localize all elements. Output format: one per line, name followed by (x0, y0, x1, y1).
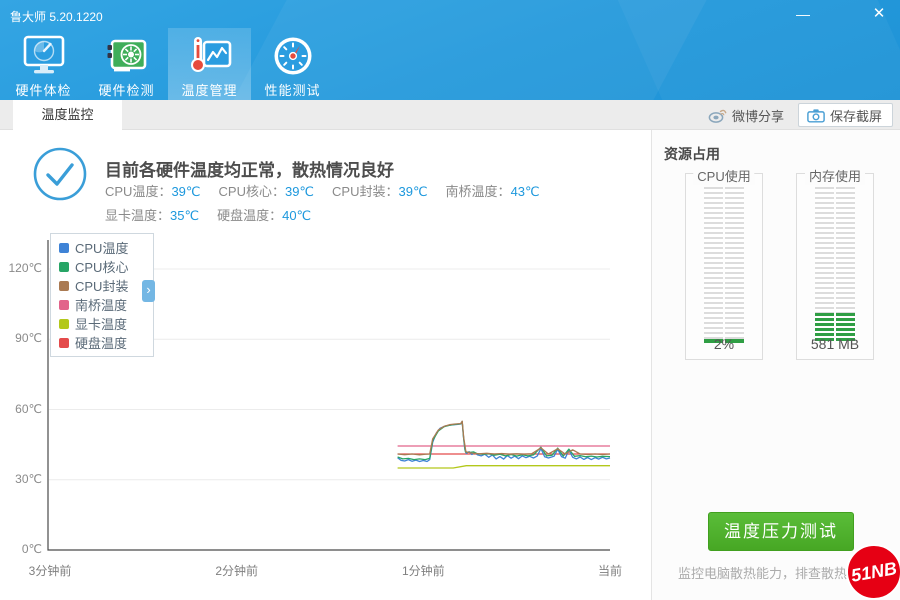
legend-item: CPU温度 (59, 238, 153, 257)
legend-item: 显卡温度 (59, 314, 153, 333)
reading-value: 40℃ (282, 208, 311, 223)
weibo-share-label: 微博分享 (732, 106, 784, 125)
y-axis-tick-label: 90℃ (0, 331, 42, 345)
hardware-detect-icon (104, 33, 150, 79)
legend-series-name: CPU核心 (75, 257, 128, 276)
reading-label: 硬盘温度： (217, 208, 282, 223)
nav-item-3[interactable]: 温度管理 (168, 28, 251, 100)
resource-usage-header: 资源占用 (664, 144, 720, 164)
reading-label: CPU封装： (332, 184, 398, 199)
reading-label: 南桥温度： (446, 184, 511, 199)
nav-item-label: 硬件检测 (85, 80, 168, 99)
temperature-reading: 硬盘温度：40℃ (217, 208, 311, 223)
close-button[interactable]: ✕ (864, 2, 894, 26)
temperature-readings-line1: CPU温度：39℃CPU核心：39℃CPU封装：39℃南桥温度：43℃ (105, 181, 558, 200)
legend-series-name: 南桥温度 (75, 295, 127, 314)
legend-expand-arrow[interactable]: › (142, 280, 155, 302)
tab-temperature-monitor[interactable]: 温度监控 (13, 100, 122, 131)
reading-value: 39℃ (171, 184, 200, 199)
legend-series-name: 硬盘温度 (75, 333, 127, 352)
temperature-chart: CPU温度CPU核心CPU封装南桥温度显卡温度硬盘温度 › 0℃ 30℃ 60℃ 90… (0, 228, 660, 600)
save-screenshot-button[interactable]: 保存截屏 (798, 103, 893, 127)
legend-series-name: CPU温度 (75, 238, 128, 257)
reading-label: 显卡温度： (105, 208, 170, 223)
resource-sidebar: 资源占用 温度压力测试 监控电脑散热能力，排查散热故障 CPU使用2%内存使用5… (651, 130, 900, 600)
tab-strip: 温度监控 微博分享 保存截屏 (0, 100, 900, 130)
chart-legend: CPU温度CPU核心CPU封装南桥温度显卡温度硬盘温度 (50, 233, 154, 357)
y-axis-tick-label: 30℃ (0, 472, 42, 486)
legend-color-swatch (59, 319, 69, 329)
legend-color-swatch (59, 262, 69, 272)
app-window: 鲁大师 5.20.1220 — ✕ 硬件体检硬件检测温度管理性能测试 温度监控 … (0, 0, 900, 600)
cpu-usage-gauge: CPU使用2% (685, 173, 763, 360)
legend-color-swatch (59, 243, 69, 253)
gauge-value: 581 MB (797, 336, 873, 352)
nav-item-label: 硬件体检 (2, 80, 85, 99)
memory-usage-gauge: 内存使用581 MB (796, 173, 874, 360)
temperature-reading: 显卡温度：35℃ (105, 208, 199, 223)
gauge-value: 2% (686, 336, 762, 352)
51nb-watermark-badge: 51NB (846, 544, 900, 600)
legend-color-swatch (59, 281, 69, 291)
reading-label: CPU核心： (219, 184, 285, 199)
temperature-manage-icon (187, 33, 233, 79)
gauge-label: 内存使用 (805, 166, 865, 185)
temperature-stress-test-button[interactable]: 温度压力测试 (708, 512, 854, 551)
legend-series-name: CPU封装 (75, 276, 128, 295)
nav-item-4[interactable]: 性能测试 (251, 28, 334, 100)
legend-item: 硬盘温度 (59, 333, 153, 352)
legend-item: CPU核心 (59, 257, 153, 276)
temperature-reading: CPU温度：39℃ (105, 184, 201, 199)
legend-color-swatch (59, 338, 69, 348)
status-check-icon (33, 147, 87, 201)
toolbar-nav: 硬件体检硬件检测温度管理性能测试 (2, 28, 334, 100)
weibo-icon (708, 107, 727, 123)
gauge-divider (723, 187, 725, 343)
temperature-reading: CPU封装：39℃ (332, 184, 428, 199)
hardware-checkup-icon (21, 33, 67, 79)
temperature-reading: 南桥温度：43℃ (446, 184, 540, 199)
reading-value: 39℃ (398, 184, 427, 199)
app-title: 鲁大师 5.20.1220 (10, 8, 103, 25)
reading-label: CPU温度： (105, 184, 171, 199)
temperature-readings-line2: 显卡温度：35℃ 硬盘温度：40℃ (105, 205, 329, 224)
nav-item-label: 性能测试 (251, 80, 334, 99)
x-axis-tick-label: 3分钟前 (29, 562, 72, 579)
temperature-reading: CPU核心：39℃ (219, 184, 315, 199)
x-axis-tick-label: 当前 (598, 562, 622, 579)
nav-item-2[interactable]: 硬件检测 (85, 28, 168, 100)
x-axis-tick-label: 1分钟前 (402, 562, 445, 579)
legend-series-name: 显卡温度 (75, 314, 127, 333)
gauge-label: CPU使用 (693, 166, 754, 185)
save-screenshot-label: 保存截屏 (830, 106, 882, 125)
legend-item: 南桥温度 (59, 295, 153, 314)
y-axis-tick-label: 0℃ (0, 542, 42, 556)
badge-text: 51NB (850, 558, 899, 587)
sidebar-caption: 监控电脑散热能力，排查散热故障 (678, 563, 873, 582)
performance-test-icon (270, 33, 316, 79)
y-axis-tick-label: 120℃ (0, 261, 42, 275)
title-header: 鲁大师 5.20.1220 — ✕ 硬件体检硬件检测温度管理性能测试 (0, 0, 900, 100)
reading-value: 35℃ (170, 208, 199, 223)
nav-item-label: 温度管理 (168, 80, 251, 99)
gauge-divider (834, 187, 836, 343)
minimize-button[interactable]: — (788, 2, 818, 26)
legend-color-swatch (59, 300, 69, 310)
y-axis-tick-label: 60℃ (0, 402, 42, 416)
reading-value: 43℃ (511, 184, 540, 199)
camera-icon (807, 108, 825, 123)
status-title: 目前各硬件温度均正常，散热情况良好 (105, 156, 394, 181)
weibo-share-button[interactable]: 微博分享 (708, 100, 784, 130)
gauge-bar (704, 187, 744, 343)
gauge-bar (815, 187, 855, 343)
nav-item-1[interactable]: 硬件体检 (2, 28, 85, 100)
legend-item: CPU封装 (59, 276, 153, 295)
reading-value: 39℃ (285, 184, 314, 199)
x-axis-tick-label: 2分钟前 (215, 562, 258, 579)
